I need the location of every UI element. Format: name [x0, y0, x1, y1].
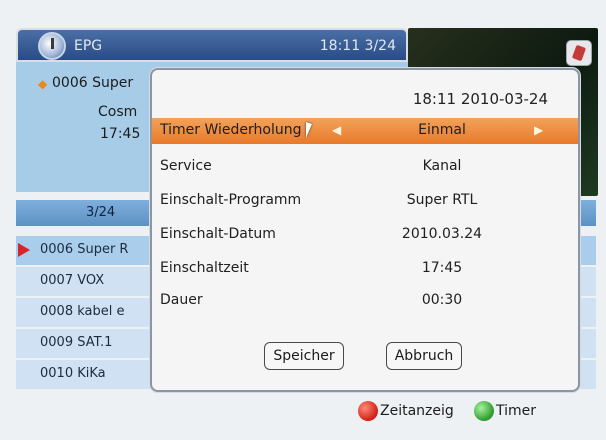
page-indicator: 3/24 [86, 205, 116, 220]
info-time: 17:45 [100, 126, 141, 142]
cancel-button[interactable]: Abbruch [386, 342, 462, 370]
epg-time-page: 18:11 3/24 [319, 38, 396, 54]
info-channel: 0006 Super [52, 75, 134, 91]
channel-label: 0009 SAT.1 [40, 335, 113, 350]
tool-icon [566, 40, 592, 66]
channel-label: 0006 Super R [40, 242, 129, 257]
red-button-icon [358, 401, 378, 421]
row-value: 17:45 [421, 260, 463, 276]
channel-label: 0007 VOX [40, 273, 105, 288]
diamond-icon: ◆ [38, 77, 48, 91]
row-service[interactable]: Service Kanal [152, 154, 578, 180]
clock-icon [38, 32, 66, 60]
row-timer-repeat[interactable]: Timer Wiederholung ◀ Einmal ▶ [152, 118, 578, 144]
arrow-right-icon[interactable]: ▶ [534, 123, 543, 137]
row-value: 2010.03.24 [401, 226, 483, 242]
row-label: Dauer [160, 292, 203, 308]
row-label: Einschalt-Datum [160, 226, 276, 242]
row-program[interactable]: Einschalt-Programm Super RTL [152, 188, 578, 214]
footer-hints: Zeitanzeig Timer [350, 398, 600, 426]
row-value: Kanal [422, 158, 462, 174]
channel-label: 0010 KiKa [40, 366, 106, 381]
save-button[interactable]: Speicher [264, 342, 344, 370]
row-label: Einschalt-Programm [160, 192, 302, 208]
epg-header: EPG 18:11 3/24 [16, 28, 408, 62]
timer-dialog: 18:11 2010-03-24 Timer Wiederholung ◀ Ei… [150, 68, 580, 392]
row-start-time[interactable]: Einschaltzeit 17:45 [152, 256, 578, 282]
green-hint-label: Timer [496, 403, 537, 419]
selection-arrow-icon [18, 243, 30, 257]
row-value: Super RTL [406, 192, 478, 208]
row-value: Einmal [418, 122, 466, 138]
green-button-icon [474, 401, 494, 421]
row-label: Service [160, 158, 212, 174]
row-label: Einschaltzeit [160, 260, 249, 276]
epg-title: EPG [74, 38, 103, 54]
row-duration[interactable]: Dauer 00:30 [152, 288, 578, 314]
red-hint-label: Zeitanzeig [380, 403, 454, 419]
arrow-left-icon[interactable]: ◀ [332, 123, 341, 137]
channel-label: 0008 kabel e [40, 304, 125, 319]
row-date[interactable]: Einschalt-Datum 2010.03.24 [152, 222, 578, 248]
tv-screen: EPG 18:11 3/24 ◆ 0006 Super Cosm 17:45 3… [0, 0, 606, 440]
dialog-datetime: 18:11 2010-03-24 [412, 90, 548, 108]
row-value: 00:30 [421, 292, 463, 308]
row-label: Timer Wiederholung [160, 122, 302, 138]
mouse-cursor-icon [306, 122, 312, 138]
info-program: Cosm [98, 104, 138, 120]
